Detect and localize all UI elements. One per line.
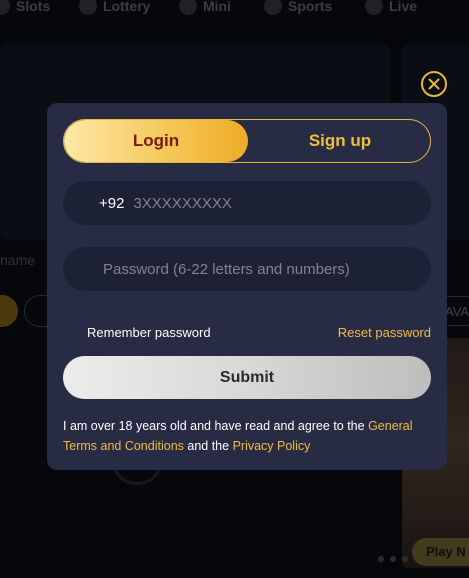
- submit-button[interactable]: Submit: [63, 356, 431, 399]
- terms-middle: and the: [183, 439, 233, 453]
- auth-tabs: Login Sign up: [63, 119, 431, 163]
- remember-password-toggle[interactable]: Remember password: [87, 325, 211, 340]
- privacy-policy-link[interactable]: Privacy Policy: [233, 439, 311, 453]
- close-button[interactable]: [421, 71, 447, 97]
- tab-signup[interactable]: Sign up: [248, 120, 430, 162]
- remember-row: Remember password Reset password: [63, 325, 431, 343]
- password-input[interactable]: [103, 260, 403, 278]
- terms-prefix: I am over 18 years old and have read and…: [63, 419, 369, 433]
- login-modal: Login Sign up +92 Remember password Rese…: [47, 103, 447, 470]
- country-code-prefix[interactable]: +92: [99, 195, 124, 212]
- tab-login[interactable]: Login: [64, 120, 248, 162]
- terms-text: I am over 18 years old and have read and…: [63, 416, 433, 456]
- reset-password-link[interactable]: Reset password: [338, 325, 431, 340]
- phone-field: +92: [63, 181, 431, 225]
- phone-input[interactable]: [133, 194, 394, 212]
- password-field: [63, 247, 431, 291]
- close-icon: [428, 78, 440, 90]
